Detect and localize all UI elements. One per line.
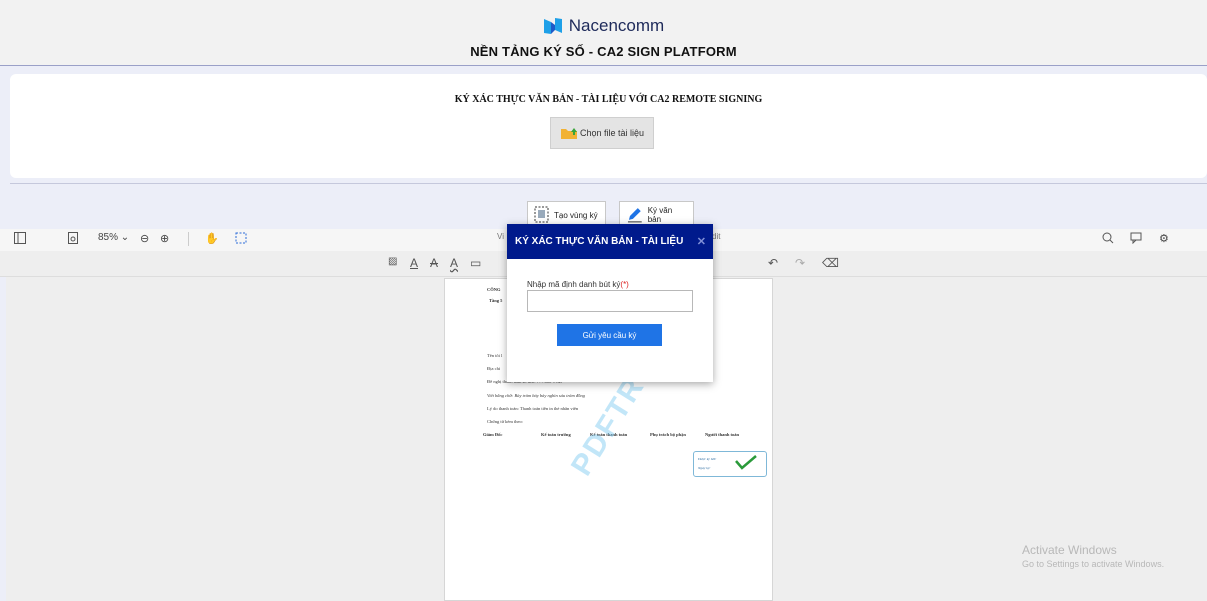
pdf-text: Người thanh toán (705, 432, 739, 437)
close-icon[interactable]: ✕ (697, 235, 706, 248)
folder-upload-icon (560, 128, 577, 139)
windows-activation-notice: Activate Windows Go to Settings to activ… (1022, 543, 1164, 569)
signature-id-label: Nhập mã định danh bút ký(*) (527, 280, 629, 289)
zoom-in-icon[interactable]: ⊕ (160, 232, 169, 245)
tab-edit[interactable]: dit (712, 232, 720, 241)
dialog-title: KÝ XÁC THỰC VĂN BẢN - TÀI LIỆU (515, 236, 684, 247)
stamp-date: Ngày ký: (698, 466, 711, 470)
checkmark-icon (735, 455, 757, 470)
pdf-text: Viết bằng chữ: Bảy trăm bảy bảy nghìn sá… (487, 393, 585, 398)
settings-gear-icon[interactable]: ⚙ (1159, 232, 1169, 245)
eraser-icon[interactable]: ⌫ (822, 256, 839, 270)
sidebar-toggle-icon[interactable] (14, 232, 26, 244)
toolbar-separator (188, 232, 189, 246)
signature-stamp[interactable]: Được ký bởi: Ngày ký: (693, 451, 767, 477)
sign-document-label: Ký văn bản (647, 206, 673, 224)
choose-file-label: Chọn file tài liệu (579, 128, 645, 138)
upload-card: KÝ XÁC THỰC VĂN BẢN - TÀI LIỆU VỚI CA2 R… (10, 74, 1207, 178)
send-sign-request-button[interactable]: Gửi yêu cầu ký (557, 324, 662, 346)
platform-title: NỀN TẢNG KÝ SỐ - CA2 SIGN PLATFORM (470, 44, 737, 59)
page-view-icon[interactable] (68, 232, 78, 244)
required-marker: (*) (620, 280, 629, 289)
choose-file-button[interactable]: Chọn file tài liệu (550, 117, 654, 149)
activation-line1: Activate Windows (1022, 543, 1117, 557)
underline-icon[interactable]: A (410, 256, 418, 270)
redo-icon[interactable]: ↷ (795, 256, 805, 270)
zoom-select[interactable]: 85% ⌄ (98, 232, 129, 243)
pen-icon (627, 208, 642, 223)
pdf-text: Kế toán trưởng (541, 432, 571, 437)
nacencomm-logo-icon (543, 18, 562, 34)
zoom-value: 85% (98, 232, 119, 243)
search-icon[interactable] (1102, 232, 1114, 244)
pdf-text: Phụ trách bộ phận (650, 432, 686, 437)
stamp-signed-by: Được ký bởi: (698, 457, 717, 461)
pdf-text: Tên tôi l (487, 353, 503, 358)
dialog-header: KÝ XÁC THỰC VĂN BẢN - TÀI LIỆU ✕ (507, 224, 713, 259)
pdf-text: Tầng 5 (489, 298, 503, 303)
brand-name: Nacencomm (568, 16, 665, 35)
brand: Nacencomm (0, 16, 1207, 41)
comment-icon[interactable] (1130, 232, 1142, 244)
signature-id-label-text: Nhập mã định danh bút ký (527, 280, 621, 289)
pdf-text: Lý do thanh toán: Thanh toán tiền in thẻ… (487, 406, 579, 411)
strikeout-icon[interactable]: A (430, 256, 438, 270)
select-area-icon (534, 206, 549, 223)
activation-line2: Go to Settings to activate Windows. (1022, 559, 1165, 569)
sign-dialog: KÝ XÁC THỰC VĂN BẢN - TÀI LIỆU ✕ Nhập mã… (507, 224, 713, 382)
squiggly-icon[interactable]: A (450, 256, 458, 270)
text-box-icon[interactable]: ▨ (388, 256, 397, 267)
pdf-text: Chứng từ kèm theo: (487, 419, 523, 424)
undo-icon[interactable]: ↶ (768, 256, 778, 270)
app-header: Nacencomm NỀN TẢNG KÝ SỐ - CA2 SIGN PLAT… (0, 0, 1207, 66)
tab-view[interactable]: Vi (497, 232, 504, 241)
section-divider (10, 183, 1207, 184)
zoom-out-icon[interactable]: ⊖ (140, 232, 149, 245)
marquee-select-icon[interactable] (235, 232, 248, 245)
note-icon[interactable]: ▭ (470, 256, 481, 270)
pdf-text: CÔNG (487, 287, 501, 292)
pdf-text: Địa chỉ (487, 366, 501, 371)
create-signature-area-label: Tạo vùng ký (554, 210, 598, 220)
upload-title: KÝ XÁC THỰC VĂN BẢN - TÀI LIỆU VỚI CA2 R… (454, 94, 763, 105)
signature-id-input[interactable] (527, 290, 693, 312)
pan-hand-icon[interactable]: ✋ (205, 232, 219, 245)
pdf-text: Giám Đốc (483, 432, 503, 437)
